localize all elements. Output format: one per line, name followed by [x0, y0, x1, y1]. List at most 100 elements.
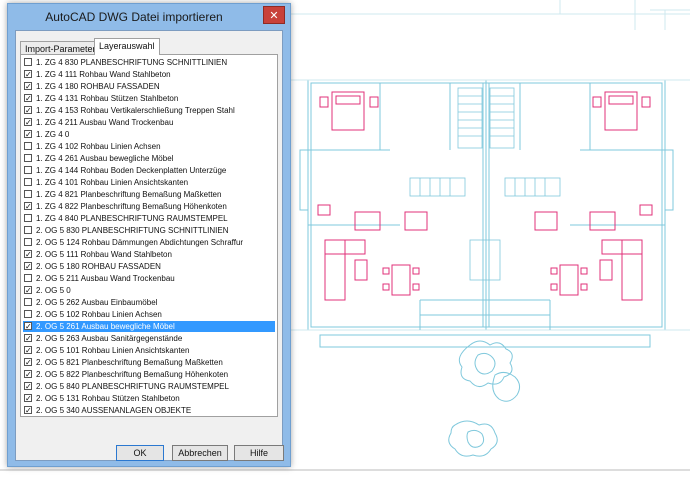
layer-row[interactable]: ✓ 2. OG 5 0: [23, 285, 275, 296]
layer-row[interactable]: ✓ 2. OG 5 822 Planbeschriftung Bemaßung H…: [23, 369, 275, 380]
layer-label: 1. ZG 4 821 Planbeschriftung Bemaßung Ma…: [36, 190, 222, 199]
layer-label: 1. ZG 4 111 Rohbau Wand Stahlbeton: [36, 70, 171, 79]
layer-checkbox[interactable]: ✓: [24, 94, 32, 103]
layer-row[interactable]: ✓ 2. OG 5 180 ROHBAU FASSADEN: [23, 261, 275, 272]
layer-checkbox[interactable]: [24, 58, 32, 66]
layer-label: 1. ZG 4 180 ROHBAU FASSADEN: [36, 82, 160, 91]
layer-label: 1. ZG 4 102 Rohbau Linien Achsen: [36, 142, 161, 151]
layer-label: 1. ZG 4 840 PLANBESCHRIFTUNG RAUMSTEMPEL: [36, 214, 228, 223]
layer-row[interactable]: 2. OG 5 124 Rohbau Dämmungen Abdichtunge…: [23, 237, 275, 248]
layer-label: 1. ZG 4 101 Rohbau Linien Ansichtskanten: [36, 178, 189, 187]
layer-row[interactable]: ✓ 2. OG 5 101 Rohbau Linien Ansichtskante…: [23, 345, 275, 356]
layer-row[interactable]: 1. ZG 4 821 Planbeschriftung Bemaßung Ma…: [23, 189, 275, 200]
layer-row[interactable]: 1. ZG 4 144 Rohbau Boden Deckenplatten U…: [23, 165, 275, 176]
layer-label: 2. OG 5 211 Ausbau Wand Trockenbau: [36, 274, 175, 283]
layer-checkbox[interactable]: ✓: [24, 202, 32, 211]
layer-row[interactable]: 1. ZG 4 101 Rohbau Linien Ansichtskanten: [23, 177, 275, 188]
tab-import-parameter[interactable]: Import-Parameter: [20, 41, 101, 55]
layer-checkbox[interactable]: ✓: [24, 70, 32, 79]
layer-list[interactable]: 1. ZG 4 830 PLANBESCHRIFTUNG SCHNITTLINI…: [20, 54, 278, 417]
layer-checkbox[interactable]: ✓: [24, 262, 32, 271]
layer-checkbox[interactable]: [24, 166, 32, 174]
layer-row[interactable]: ✓ 2. OG 5 131 Rohbau Stützen Stahlbeton: [23, 393, 275, 404]
layer-label: 1. ZG 4 0: [36, 130, 70, 139]
layer-row[interactable]: 2. OG 5 102 Rohbau Linien Achsen: [23, 309, 275, 320]
layer-checkbox[interactable]: ✓: [24, 334, 32, 343]
layer-label: 2. OG 5 340 AUSSENANLAGEN OBJEKTE: [36, 406, 192, 415]
layer-checkbox[interactable]: ✓: [24, 322, 32, 331]
layer-label: 2. OG 5 0: [36, 286, 71, 295]
layer-checkbox[interactable]: ✓: [24, 82, 32, 91]
layer-label: 2. OG 5 263 Ausbau Sanitärgegenstände: [36, 334, 183, 343]
layer-row[interactable]: ✓ 1. ZG 4 180 ROHBAU FASSADEN: [23, 81, 275, 92]
cancel-button[interactable]: Abbrechen: [172, 445, 228, 461]
layer-row[interactable]: ✓ 2. OG 5 340 AUSSENANLAGEN OBJEKTE: [23, 405, 275, 416]
layer-label: 1. ZG 4 144 Rohbau Boden Deckenplatten U…: [36, 166, 227, 175]
furniture: [317, 91, 653, 301]
layer-checkbox[interactable]: [24, 142, 32, 150]
layer-checkbox[interactable]: [24, 238, 32, 246]
layer-checkbox[interactable]: ✓: [24, 406, 32, 415]
layer-row[interactable]: 1. ZG 4 830 PLANBESCHRIFTUNG SCHNITTLINI…: [23, 57, 275, 68]
layer-checkbox[interactable]: [24, 298, 32, 306]
layer-checkbox[interactable]: ✓: [24, 346, 32, 355]
layer-row[interactable]: 2. OG 5 211 Ausbau Wand Trockenbau: [23, 273, 275, 284]
stairs: [409, 87, 561, 281]
layer-row[interactable]: 1. ZG 4 102 Rohbau Linien Achsen: [23, 141, 275, 152]
layer-checkbox[interactable]: ✓: [24, 382, 32, 391]
layer-row[interactable]: ✓ 1. ZG 4 131 Rohbau Stützen Stahlbeton: [23, 93, 275, 104]
layer-checkbox[interactable]: ✓: [24, 250, 32, 259]
layer-row[interactable]: 1. ZG 4 261 Ausbau bewegliche Möbel: [23, 153, 275, 164]
layer-checkbox[interactable]: ✓: [24, 370, 32, 379]
layer-checkbox[interactable]: ✓: [24, 286, 32, 295]
layer-row[interactable]: ✓ 1. ZG 4 822 Planbeschriftung Bemaßung H…: [23, 201, 275, 212]
layer-label: 2. OG 5 821 Planbeschriftung Bemaßung Ma…: [36, 358, 223, 367]
layer-label: 2. OG 5 262 Ausbau Einbaumöbel: [36, 298, 158, 307]
tab-layerauswahl[interactable]: Layerauswahl: [94, 38, 160, 55]
layer-label: 1. ZG 4 131 Rohbau Stützen Stahlbeton: [36, 94, 179, 103]
dialog-titlebar[interactable]: AutoCAD DWG Datei importieren ✕: [8, 4, 290, 30]
layer-label: 1. ZG 4 211 Ausbau Wand Trockenbau: [36, 118, 174, 127]
help-button[interactable]: Hilfe: [234, 445, 284, 461]
layer-label: 1. ZG 4 153 Rohbau Vertikalerschließung …: [36, 106, 235, 115]
layer-label: 2. OG 5 822 Planbeschriftung Bemaßung Hö…: [36, 370, 229, 379]
layer-checkbox[interactable]: ✓: [24, 358, 32, 367]
layer-row[interactable]: ✓ 1. ZG 4 153 Rohbau Vertikalerschließung…: [23, 105, 275, 116]
dialog-client-area: Import-Parameter Layerauswahl 1. ZG 4 83…: [15, 30, 284, 461]
layer-checkbox[interactable]: [24, 178, 32, 186]
layer-checkbox[interactable]: ✓: [24, 394, 32, 403]
import-dialog: AutoCAD DWG Datei importieren ✕ Import-P…: [7, 3, 291, 467]
layer-label: 1. ZG 4 830 PLANBESCHRIFTUNG SCHNITTLINI…: [36, 58, 228, 67]
layer-label: 2. OG 5 180 ROHBAU FASSADEN: [36, 262, 161, 271]
layer-checkbox[interactable]: ✓: [24, 130, 32, 139]
tree-symbols: [448, 340, 521, 457]
layer-row[interactable]: ✓ 2. OG 5 263 Ausbau Sanitärgegenstände: [23, 333, 275, 344]
layer-checkbox[interactable]: ✓: [24, 106, 32, 115]
layer-checkbox[interactable]: [24, 310, 32, 318]
layer-row[interactable]: ✓ 2. OG 5 261 Ausbau bewegliche Möbel: [23, 321, 275, 332]
layer-checkbox[interactable]: [24, 274, 32, 282]
layer-row[interactable]: ✓ 1. ZG 4 211 Ausbau Wand Trockenbau: [23, 117, 275, 128]
layer-checkbox[interactable]: [24, 154, 32, 162]
layer-row[interactable]: ✓ 2. OG 5 840 PLANBESCHRIFTUNG RAUMSTEMPE…: [23, 381, 275, 392]
layer-row[interactable]: ✓ 1. ZG 4 0: [23, 129, 275, 140]
layer-label: 2. OG 5 131 Rohbau Stützen Stahlbeton: [36, 394, 180, 403]
layer-row[interactable]: 1. ZG 4 840 PLANBESCHRIFTUNG RAUMSTEMPEL: [23, 213, 275, 224]
layer-label: 2. OG 5 830 PLANBESCHRIFTUNG SCHNITTLINI…: [36, 226, 229, 235]
layer-label: 2. OG 5 111 Rohbau Wand Stahlbeton: [36, 250, 172, 259]
layer-row[interactable]: ✓ 2. OG 5 111 Rohbau Wand Stahlbeton: [23, 249, 275, 260]
layer-row[interactable]: 2. OG 5 262 Ausbau Einbaumöbel: [23, 297, 275, 308]
layer-row[interactable]: 2. OG 5 830 PLANBESCHRIFTUNG SCHNITTLINI…: [23, 225, 275, 236]
close-button[interactable]: ✕: [263, 6, 285, 24]
layer-row[interactable]: ✓ 2. OG 5 821 Planbeschriftung Bemaßung M…: [23, 357, 275, 368]
layer-label: 2. OG 5 102 Rohbau Linien Achsen: [36, 310, 162, 319]
layer-label: 1. ZG 4 261 Ausbau bewegliche Möbel: [36, 154, 174, 163]
layer-label: 2. OG 5 124 Rohbau Dämmungen Abdichtunge…: [36, 238, 244, 247]
layer-label: 2. OG 5 261 Ausbau bewegliche Möbel: [36, 322, 175, 331]
layer-checkbox[interactable]: [24, 214, 32, 222]
layer-checkbox[interactable]: ✓: [24, 118, 32, 127]
ok-button[interactable]: OK: [116, 445, 164, 461]
layer-checkbox[interactable]: [24, 190, 32, 198]
layer-checkbox[interactable]: [24, 226, 32, 234]
layer-row[interactable]: ✓ 1. ZG 4 111 Rohbau Wand Stahlbeton: [23, 69, 275, 80]
